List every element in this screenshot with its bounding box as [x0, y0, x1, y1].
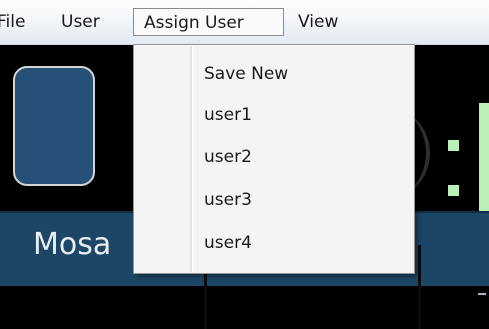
menu-user[interactable]: User [61, 8, 100, 36]
tab-edge-glyph [478, 293, 486, 295]
menu-item-user3[interactable]: user3 [137, 181, 411, 219]
tab-separator [418, 245, 421, 329]
clock-colon-dot-top [448, 140, 459, 151]
menu-assign-user[interactable]: Assign User [133, 8, 284, 36]
menu-item-user1[interactable]: user1 [137, 96, 411, 134]
menu-item-user4[interactable]: user4 [137, 224, 411, 262]
assign-user-dropdown: Save New user1 user2 user3 user4 [133, 44, 415, 274]
tab-mosa-label[interactable]: Mosa [33, 227, 111, 262]
menu-bar: File User Assign User View [0, 0, 489, 45]
clock-digit-segment [479, 103, 489, 215]
menu-file[interactable]: File [0, 8, 25, 36]
menu-item-user2[interactable]: user2 [137, 138, 411, 176]
menu-item-save-new[interactable]: Save New [137, 55, 411, 93]
rounded-panel-button[interactable] [13, 66, 95, 186]
clock-colon-dot-bottom [448, 185, 459, 196]
menu-view[interactable]: View [298, 8, 338, 36]
